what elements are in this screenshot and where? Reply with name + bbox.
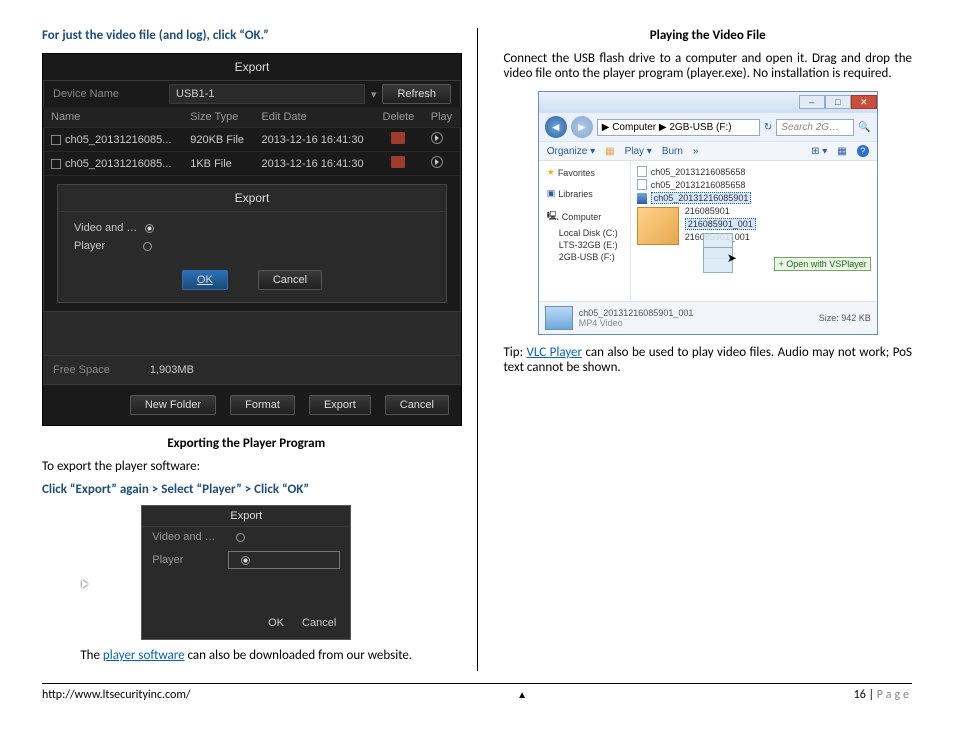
open-with-tooltip: + Open with VSPlayer xyxy=(774,257,870,271)
radio-video-small[interactable]: Video and … xyxy=(142,527,350,547)
back-button[interactable]: ◄ xyxy=(545,116,567,138)
preview-icon[interactable]: ▦ xyxy=(837,146,846,157)
player-software-link[interactable]: player software xyxy=(103,648,185,663)
trash-icon[interactable] xyxy=(391,156,405,168)
format-button[interactable]: Format xyxy=(230,395,295,415)
vlc-link[interactable]: VLC Player xyxy=(527,345,583,360)
list-item[interactable]: 216085901_001 xyxy=(685,217,756,231)
radio-player-small[interactable]: Player xyxy=(142,547,350,573)
drive-f[interactable]: 2GB-USB (F:) xyxy=(547,251,626,263)
th-name: Name xyxy=(43,107,182,128)
free-space-row: Free Space1,903MB xyxy=(43,355,461,384)
status-filetype: MP4 Video xyxy=(579,318,694,328)
list-item[interactable]: ch05_20131216085658 xyxy=(637,165,871,178)
export-subdialog: Export Video and … Player OK Cancel xyxy=(57,184,447,303)
table-row[interactable]: ch05_20131216085... 1KB File 2013-12-16 … xyxy=(43,152,461,176)
footer-url: http://www.ltsecurityinc.com/ xyxy=(42,688,191,702)
heading-right: Playing the Video File xyxy=(503,28,912,43)
text-file-icon xyxy=(637,179,647,190)
instruction-export-player: Click “Export” again > Select “Player” >… xyxy=(42,482,451,497)
text-file-icon xyxy=(637,166,647,177)
th-edit: Edit Date xyxy=(253,107,374,128)
cursor-icon: ➤ xyxy=(727,253,737,263)
play-icon[interactable] xyxy=(431,132,443,144)
breadcrumb[interactable]: ▶ Computer ▶ 2GB-USB (F:) xyxy=(597,119,760,136)
refresh-icon[interactable]: ↻ xyxy=(764,122,772,133)
tip-text: Tip: VLC Player can also be used to play… xyxy=(503,345,912,375)
file-list: ch05_20131216085658 ch05_20131216085658 … xyxy=(631,161,877,301)
small-export-dialog: Export Video and … Player OK Cancel xyxy=(141,505,351,640)
cursor-icon xyxy=(82,580,88,588)
export-dialog-title: Export xyxy=(43,54,461,81)
search-input[interactable]: Search 2G… xyxy=(776,119,854,136)
favorites-group[interactable]: ★Favorites xyxy=(547,165,626,180)
small-cancel-button[interactable]: Cancel xyxy=(302,617,336,629)
column-divider xyxy=(477,28,478,671)
heading-left: For just the video file (and log), click… xyxy=(42,28,451,43)
device-select[interactable]: USB1-1 xyxy=(169,84,365,104)
th-size: Size Type xyxy=(182,107,253,128)
subdialog-cancel-button[interactable]: Cancel xyxy=(258,270,322,290)
body-download-note: The player software can also be download… xyxy=(42,648,451,663)
file-table: Name Size Type Edit Date Delete Play ch0… xyxy=(43,107,461,176)
view-icon[interactable]: ⊞ ▾ xyxy=(811,146,827,157)
list-item[interactable]: ch05_20131216085658 xyxy=(637,178,871,191)
caption-export-player: Exporting the Player Program xyxy=(42,436,451,451)
small-export-title: Export xyxy=(142,506,350,527)
explorer-sidebar: ★Favorites ▣Libraries 🖳Computer Local Di… xyxy=(539,161,631,301)
status-thumbnail-icon xyxy=(545,306,573,330)
body-play-video: Connect the USB flash drive to a compute… xyxy=(503,51,912,81)
organize-menu[interactable]: Organize ▾ xyxy=(547,146,595,157)
export-subdialog-title: Export xyxy=(58,185,446,212)
maximize-button[interactable]: □ xyxy=(825,95,851,109)
footer-marker-icon: ▲ xyxy=(517,688,527,702)
burn-button[interactable]: Burn xyxy=(662,146,683,157)
export-dialog: Export Device Name USB1-1 ▾ Refresh Name… xyxy=(42,53,462,426)
explorer-window: – □ ✕ ◄ ► ▶ Computer ▶ 2GB-USB (F:) ↻ Se… xyxy=(538,91,878,335)
computer-group[interactable]: 🖳Computer xyxy=(547,207,626,227)
trash-icon[interactable] xyxy=(391,132,405,144)
status-filesize: Size: 942 KB xyxy=(819,313,871,323)
export-button[interactable]: Export xyxy=(309,395,371,415)
th-play: Play xyxy=(423,107,461,128)
forward-button[interactable]: ► xyxy=(571,116,593,138)
th-delete: Delete xyxy=(374,107,423,128)
body-export-player: To export the player software: xyxy=(42,459,451,474)
list-item[interactable]: ch05_20131216085901 xyxy=(637,191,871,205)
play-icon[interactable] xyxy=(431,156,443,168)
footer-divider xyxy=(42,683,912,684)
subdialog-ok-button[interactable]: OK xyxy=(182,270,228,290)
close-button[interactable]: ✕ xyxy=(851,95,877,109)
libraries-group[interactable]: ▣Libraries xyxy=(547,186,626,201)
cancel-button[interactable]: Cancel xyxy=(385,395,449,415)
minimize-button[interactable]: – xyxy=(799,95,825,109)
small-ok-button[interactable]: OK xyxy=(268,617,284,629)
new-folder-button[interactable]: New Folder xyxy=(130,395,216,415)
status-filename: ch05_20131216085901_001 xyxy=(579,308,694,318)
radio-player[interactable]: Player xyxy=(74,240,430,252)
status-bar: ch05_20131216085901_001 MP4 Video Size: … xyxy=(539,301,877,334)
player-thumbnail[interactable] xyxy=(637,207,679,245)
play-menu[interactable]: Play ▾ xyxy=(625,146,652,157)
list-item[interactable]: 216085901 xyxy=(685,205,756,217)
help-icon[interactable]: ? xyxy=(857,145,869,157)
table-row[interactable]: ch05_20131216085... 920KB File 2013-12-1… xyxy=(43,128,461,152)
drive-c[interactable]: Local Disk (C:) xyxy=(547,227,626,239)
page-number: 16 | Page xyxy=(854,688,912,702)
drive-e[interactable]: LTS-32GB (E:) xyxy=(547,239,626,251)
radio-video[interactable]: Video and … xyxy=(74,222,430,234)
video-file-icon xyxy=(637,193,647,204)
refresh-button[interactable]: Refresh xyxy=(382,84,451,104)
device-name-label: Device Name xyxy=(53,88,163,100)
more-icon[interactable]: » xyxy=(693,146,699,157)
